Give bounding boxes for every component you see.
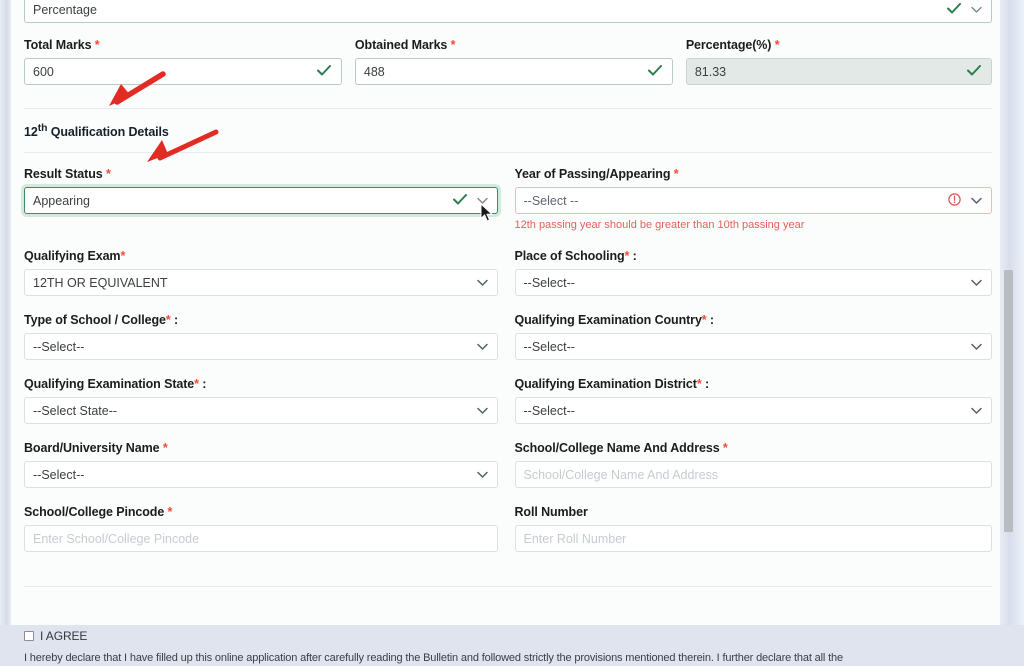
total-marks-input[interactable]: 600 bbox=[24, 58, 342, 85]
total-marks-label: Total Marks * bbox=[24, 38, 342, 53]
chevron-down-icon[interactable] bbox=[477, 407, 488, 414]
roll-number-input[interactable]: Enter Roll Number bbox=[515, 525, 993, 552]
board-university-value: --Select-- bbox=[33, 468, 84, 482]
declaration-text: I hereby declare that I have filled up t… bbox=[24, 651, 992, 666]
chevron-down-icon[interactable] bbox=[971, 407, 982, 414]
check-icon bbox=[967, 65, 981, 79]
type-of-school-select[interactable]: --Select-- bbox=[24, 333, 498, 360]
school-name-address-placeholder: School/College Name And Address bbox=[524, 468, 719, 482]
check-icon bbox=[453, 194, 467, 208]
chevron-down-icon[interactable] bbox=[477, 197, 488, 204]
scrollbar-thumb[interactable] bbox=[1004, 270, 1013, 532]
exam-country-group: Qualifying Examination Country* : --Sele… bbox=[515, 313, 993, 360]
type-of-school-group: Type of School / College* : --Select-- bbox=[24, 313, 498, 360]
total-marks-value: 600 bbox=[33, 65, 54, 79]
exam-district-select[interactable]: --Select-- bbox=[515, 397, 993, 424]
divider-above-section bbox=[24, 108, 992, 109]
page-background-left bbox=[0, 0, 11, 625]
school-name-address-input[interactable]: School/College Name And Address bbox=[515, 461, 993, 488]
result-status-value: Appearing bbox=[33, 194, 90, 208]
roll-number-placeholder: Enter Roll Number bbox=[524, 532, 627, 546]
place-of-schooling-label: Place of Schooling* : bbox=[515, 249, 993, 264]
place-of-schooling-group: Place of Schooling* : --Select-- bbox=[515, 249, 993, 296]
error-circle-icon bbox=[948, 193, 961, 209]
divider-below-section-title bbox=[24, 152, 992, 153]
school-pincode-label: School/College Pincode * bbox=[24, 505, 498, 520]
year-of-passing-group: Year of Passing/Appearing * --Select -- bbox=[515, 167, 993, 232]
chevron-down-icon[interactable] bbox=[971, 197, 982, 204]
marks-type-value: Percentage bbox=[33, 3, 97, 17]
year-of-passing-label: Year of Passing/Appearing * bbox=[515, 167, 993, 182]
chevron-down-icon[interactable] bbox=[971, 279, 982, 286]
check-icon bbox=[317, 65, 331, 79]
exam-district-group: Qualifying Examination District* : --Sel… bbox=[515, 377, 993, 424]
chevron-down-icon[interactable] bbox=[477, 471, 488, 478]
school-name-address-group: School/College Name And Address * School… bbox=[515, 441, 993, 488]
result-status-select[interactable]: Appearing bbox=[24, 187, 498, 214]
scrollbar-track[interactable] bbox=[1008, 0, 1019, 625]
exam-state-value: --Select State-- bbox=[33, 404, 117, 418]
chevron-down-icon[interactable] bbox=[971, 343, 982, 350]
school-pincode-placeholder: Enter School/College Pincode bbox=[33, 532, 199, 546]
exam-country-select[interactable]: --Select-- bbox=[515, 333, 993, 360]
total-marks-group: Total Marks * 600 bbox=[24, 38, 342, 85]
result-status-label: Result Status * bbox=[24, 167, 498, 182]
school-name-address-label: School/College Name And Address * bbox=[515, 441, 993, 456]
qualifying-exam-group: Qualifying Exam* 12TH OR EQUIVALENT bbox=[24, 249, 498, 296]
roll-number-group: Roll Number Enter Roll Number bbox=[515, 505, 993, 552]
qualifying-exam-label: Qualifying Exam* bbox=[24, 249, 498, 264]
percentage-input: 81.33 bbox=[686, 58, 992, 85]
school-pincode-group: School/College Pincode * Enter School/Co… bbox=[24, 505, 498, 552]
chevron-down-icon[interactable] bbox=[477, 343, 488, 350]
board-university-group: Board/University Name * --Select-- bbox=[24, 441, 498, 488]
obtained-marks-value: 488 bbox=[364, 65, 385, 79]
obtained-marks-label: Obtained Marks * bbox=[355, 38, 673, 53]
agree-label: I AGREE bbox=[40, 629, 87, 643]
divider-above-agreement bbox=[24, 586, 992, 587]
school-pincode-input[interactable]: Enter School/College Pincode bbox=[24, 525, 498, 552]
roll-number-label: Roll Number bbox=[515, 505, 993, 520]
type-of-school-value: --Select-- bbox=[33, 340, 84, 354]
board-university-label: Board/University Name * bbox=[24, 441, 498, 456]
exam-country-label: Qualifying Examination Country* : bbox=[515, 313, 993, 328]
check-icon bbox=[648, 65, 662, 79]
type-of-school-label: Type of School / College* : bbox=[24, 313, 498, 328]
year-of-passing-select[interactable]: --Select -- bbox=[515, 187, 993, 214]
year-of-passing-value: --Select -- bbox=[524, 194, 579, 208]
agreement-checkbox-row[interactable]: I AGREE bbox=[24, 629, 992, 643]
exam-state-group: Qualifying Examination State* : --Select… bbox=[24, 377, 498, 424]
exam-state-label: Qualifying Examination State* : bbox=[24, 377, 498, 392]
percentage-value: 81.33 bbox=[695, 65, 726, 79]
exam-district-label: Qualifying Examination District* : bbox=[515, 377, 993, 392]
obtained-marks-input[interactable]: 488 bbox=[355, 58, 673, 85]
check-icon bbox=[947, 3, 961, 17]
application-form-card: Percentage Total Marks * 600 bbox=[11, 0, 1000, 625]
board-university-select[interactable]: --Select-- bbox=[24, 461, 498, 488]
qualifying-exam-select[interactable]: 12TH OR EQUIVALENT bbox=[24, 269, 498, 296]
exam-state-select[interactable]: --Select State-- bbox=[24, 397, 498, 424]
place-of-schooling-value: --Select-- bbox=[524, 276, 575, 290]
section-title-12th-qualification: 12th Qualification Details bbox=[24, 123, 992, 139]
qualifying-exam-value: 12TH OR EQUIVALENT bbox=[33, 276, 168, 290]
chevron-down-icon[interactable] bbox=[971, 6, 982, 13]
chevron-down-icon[interactable] bbox=[477, 279, 488, 286]
obtained-marks-group: Obtained Marks * 488 bbox=[355, 38, 673, 85]
place-of-schooling-select[interactable]: --Select-- bbox=[515, 269, 993, 296]
marks-type-select[interactable]: Percentage bbox=[24, 0, 992, 23]
percentage-group: Percentage(%) * 81.33 bbox=[686, 38, 992, 85]
agree-checkbox[interactable] bbox=[24, 631, 34, 641]
result-status-group: Result Status * Appearing bbox=[24, 167, 498, 232]
percentage-label: Percentage(%) * bbox=[686, 38, 992, 53]
year-of-passing-error-message: 12th passing year should be greater than… bbox=[515, 218, 993, 232]
exam-district-value: --Select-- bbox=[524, 404, 575, 418]
exam-country-value: --Select-- bbox=[524, 340, 575, 354]
